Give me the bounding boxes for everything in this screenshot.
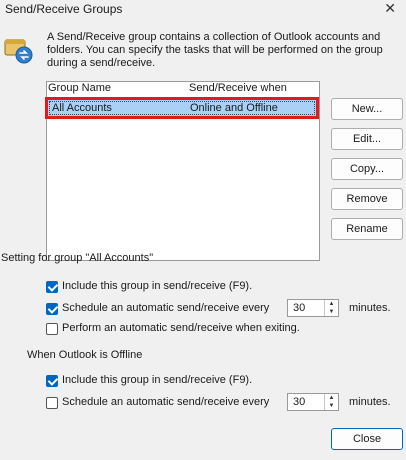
column-header-group-name[interactable]: Group Name — [48, 82, 111, 94]
spinner-arrows: ▲ ▼ — [324, 394, 338, 410]
group-settings-title: Setting for group "All Accounts" — [1, 252, 154, 264]
offline-include-group-checkbox[interactable]: Include this group in send/receive (F9). — [46, 374, 306, 390]
spin-up-icon[interactable]: ▲ — [325, 300, 338, 308]
title-bar: Send/Receive Groups ✕ — [0, 0, 406, 20]
include-group-checkbox[interactable]: Include this group in send/receive (F9). — [46, 280, 306, 296]
send-receive-groups-dialog: Send/Receive Groups ✕ A Send/Receive gro… — [0, 0, 406, 460]
send-on-exit-label: Perform an automatic send/receive when e… — [62, 322, 300, 334]
remove-button[interactable]: Remove — [331, 188, 403, 210]
rename-button[interactable]: Rename — [331, 218, 403, 240]
checkbox-schedule-online[interactable] — [46, 303, 58, 315]
send-receive-when-cell: Online and Offline — [190, 102, 278, 114]
schedule-offline-checkbox[interactable]: Schedule an automatic send/receive every — [46, 396, 286, 412]
checkbox-offline-include-group[interactable] — [46, 375, 58, 387]
schedule-online-label: Schedule an automatic send/receive every — [62, 302, 270, 314]
dialog-description: A Send/Receive group contains a collecti… — [47, 31, 383, 69]
include-group-label: Include this group in send/receive (F9). — [62, 280, 253, 292]
schedule-online-checkbox[interactable]: Schedule an automatic send/receive every — [46, 302, 286, 318]
checkbox-schedule-offline[interactable] — [46, 397, 58, 409]
spin-up-icon[interactable]: ▲ — [325, 394, 338, 402]
schedule-offline-minutes-spinner[interactable]: 30 ▲ ▼ — [287, 393, 339, 411]
edit-button[interactable]: Edit... — [331, 128, 403, 150]
schedule-online-minutes-value[interactable]: 30 — [293, 302, 305, 314]
window-title: Send/Receive Groups — [5, 2, 123, 16]
send-receive-groups-icon — [4, 39, 33, 64]
new-button[interactable]: New... — [331, 98, 403, 120]
schedule-offline-label: Schedule an automatic send/receive every — [62, 396, 270, 408]
close-icon[interactable]: ✕ — [384, 0, 396, 17]
spinner-arrows: ▲ ▼ — [324, 300, 338, 316]
send-on-exit-checkbox[interactable]: Perform an automatic send/receive when e… — [46, 322, 316, 338]
list-item-all-accounts[interactable]: All Accounts Online and Offline — [45, 97, 319, 119]
column-header-send-receive-when[interactable]: Send/Receive when — [189, 82, 287, 94]
schedule-online-unit: minutes. — [349, 302, 391, 314]
schedule-offline-unit: minutes. — [349, 396, 391, 408]
copy-button[interactable]: Copy... — [331, 158, 403, 180]
spin-down-icon[interactable]: ▼ — [325, 308, 338, 316]
spin-down-icon[interactable]: ▼ — [325, 402, 338, 410]
offline-settings-title: When Outlook is Offline — [27, 349, 143, 361]
checkbox-send-on-exit[interactable] — [46, 323, 58, 335]
schedule-offline-minutes-value[interactable]: 30 — [293, 396, 305, 408]
close-button[interactable]: Close — [331, 428, 403, 450]
offline-include-group-label: Include this group in send/receive (F9). — [62, 374, 253, 386]
checkbox-include-group[interactable] — [46, 281, 58, 293]
group-name-cell: All Accounts — [52, 102, 112, 114]
schedule-online-minutes-spinner[interactable]: 30 ▲ ▼ — [287, 299, 339, 317]
